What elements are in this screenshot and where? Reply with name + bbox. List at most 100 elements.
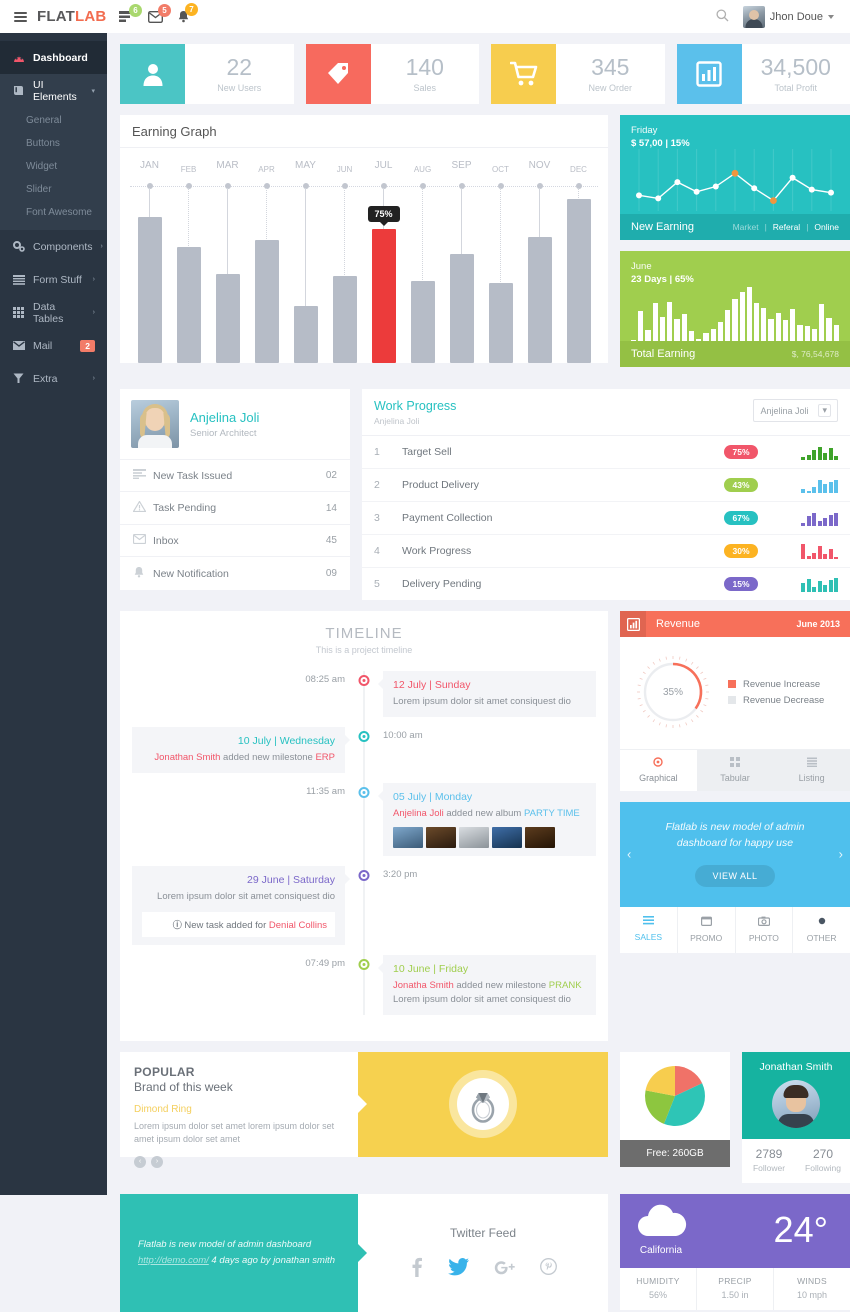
timeline-tag[interactable]: PARTY TIME: [524, 808, 580, 819]
sidebar-subitem-buttons[interactable]: Buttons: [0, 132, 107, 155]
tab-tabular[interactable]: Tabular: [697, 750, 774, 791]
sidebar-subitem-widget[interactable]: Widget: [0, 155, 107, 178]
timeline-item: 08:25 am12 July | SundayLorem ipsum dolo…: [132, 671, 596, 717]
earning-bar[interactable]: [216, 274, 240, 363]
tab-promo[interactable]: PROMO: [678, 907, 736, 953]
earning-bar[interactable]: [333, 276, 357, 363]
earning-bar[interactable]: [567, 199, 591, 363]
avatar: [743, 6, 765, 28]
carousel-prev-button[interactable]: ‹: [627, 847, 631, 862]
twitter-icon[interactable]: [448, 1258, 469, 1279]
table-row[interactable]: 3Payment Collection67%: [362, 502, 850, 535]
timeline-note-link[interactable]: Denial Collins: [269, 920, 327, 931]
table-row[interactable]: 5Delivery Pending15%: [362, 568, 850, 600]
table-row[interactable]: 4Work Progress30%: [362, 535, 850, 568]
new-earning-card[interactable]: Friday $ 57,00 | 15% New Earning Market|…: [620, 115, 850, 240]
pinterest-icon[interactable]: [540, 1258, 557, 1278]
thumbnail-image[interactable]: [492, 827, 522, 848]
stat-card-total-profit[interactable]: 34,500 Total Profit: [677, 44, 850, 104]
app-logo[interactable]: FLATLAB: [37, 8, 106, 25]
storage-card: Free: 260GB: [620, 1052, 730, 1183]
sidebar-toggle-button[interactable]: [14, 10, 27, 24]
popular-next-button[interactable]: ›: [151, 1156, 163, 1168]
earning-bar[interactable]: [177, 247, 201, 363]
facebook-icon[interactable]: [410, 1257, 423, 1280]
stat-card-new-users[interactable]: 22 New Users: [120, 44, 294, 104]
popular-prev-button[interactable]: ‹: [134, 1156, 146, 1168]
sparkline-bar: [812, 513, 816, 526]
table-row[interactable]: 2Product Delivery43%: [362, 469, 850, 502]
earning-bar-column[interactable]: OCT: [481, 160, 520, 363]
earning-bar[interactable]: [138, 217, 162, 363]
earning-bar-column[interactable]: NOV: [520, 160, 559, 363]
tab-graphical[interactable]: Graphical: [620, 750, 697, 791]
timeline-tag[interactable]: ERP: [315, 752, 335, 763]
sidebar-item-form-stuff[interactable]: Form Stuff ›: [0, 263, 107, 296]
envelope-icon[interactable]: 5: [148, 11, 163, 23]
twitter-link[interactable]: http://demo.com/: [138, 1255, 209, 1266]
profile-row-inbox[interactable]: Inbox 45: [120, 524, 350, 556]
thumbnail-image[interactable]: [525, 827, 555, 848]
sidebar-subitem-font-awesome[interactable]: Font Awesome: [0, 201, 107, 224]
timeline-actor[interactable]: Anjelina Joli: [393, 808, 444, 819]
timeline-time: 08:25 am: [132, 671, 345, 685]
tab-photo[interactable]: PHOTO: [736, 907, 794, 953]
bell-icon[interactable]: 7: [177, 10, 190, 23]
popular-row: POPULAR Brand of this week Dimond Ring L…: [120, 1052, 850, 1183]
tasks-icon[interactable]: 6: [119, 11, 134, 23]
earning-bar-column[interactable]: JAN: [130, 160, 169, 363]
row-sparkline: [796, 477, 838, 493]
link-market[interactable]: Market: [733, 222, 759, 232]
earning-bar-column[interactable]: MAY: [286, 160, 325, 363]
sidebar-item-components[interactable]: Components ›: [0, 230, 107, 263]
carousel-next-button[interactable]: ›: [839, 847, 843, 862]
table-row[interactable]: 1Target Sell75%: [362, 436, 850, 469]
link-referal[interactable]: Referal: [773, 222, 800, 232]
timeline-tag[interactable]: PRANK: [549, 980, 582, 991]
tab-listing[interactable]: Listing: [773, 750, 850, 791]
thumbnail-image[interactable]: [393, 827, 423, 848]
profile-row-new-task[interactable]: New Task Issued 02: [120, 459, 350, 491]
work-progress-select[interactable]: Anjelina Joli ▾: [753, 399, 838, 422]
total-earning-card[interactable]: June 23 Days | 65% Total Earning $, 76,5…: [620, 251, 850, 367]
timeline-actor[interactable]: Jonathan Smith: [154, 752, 220, 763]
google-plus-icon[interactable]: [494, 1259, 515, 1278]
row-index: 3: [374, 512, 402, 524]
earning-bar-column[interactable]: DEC: [559, 160, 598, 363]
sidebar-item-dashboard[interactable]: Dashboard: [0, 41, 107, 74]
earning-bar-column[interactable]: AUG: [403, 160, 442, 363]
sidebar-item-data-tables[interactable]: Data Tables ›: [0, 296, 107, 329]
earning-bar[interactable]: [489, 283, 513, 363]
earning-bar[interactable]: [411, 281, 435, 363]
view-all-button[interactable]: VIEW ALL: [695, 865, 774, 887]
sidebar-subitem-general[interactable]: General: [0, 109, 107, 132]
earning-bar[interactable]: [528, 237, 552, 363]
earning-bar[interactable]: [294, 306, 318, 363]
earning-bar[interactable]: 75%: [372, 229, 396, 363]
tab-sales[interactable]: SALES: [620, 907, 678, 953]
sidebar-subitem-slider[interactable]: Slider: [0, 178, 107, 201]
stat-card-sales[interactable]: 140 Sales: [306, 44, 480, 104]
earning-bar-column[interactable]: JUL75%: [364, 160, 403, 363]
thumbnail-image[interactable]: [426, 827, 456, 848]
sidebar-item-extra[interactable]: Extra ›: [0, 362, 107, 395]
earning-bar-column[interactable]: JUN: [325, 160, 364, 363]
user-menu[interactable]: Jhon Doue: [743, 6, 834, 28]
earning-bar[interactable]: [450, 254, 474, 363]
earning-bar-column[interactable]: SEP: [442, 160, 481, 363]
earning-bar-column[interactable]: FEB: [169, 160, 208, 363]
search-icon[interactable]: [716, 9, 729, 25]
tab-other[interactable]: OTHER: [793, 907, 850, 953]
stat-card-new-order[interactable]: 345 New Order: [491, 44, 665, 104]
profile-row-task-pending[interactable]: Task Pending 14: [120, 491, 350, 524]
profile-row-notification[interactable]: New Notification 09: [120, 556, 350, 590]
earning-bar-column[interactable]: MAR: [208, 160, 247, 363]
link-online[interactable]: Online: [814, 222, 839, 232]
thumbnail-image[interactable]: [459, 827, 489, 848]
legend-item-decrease: Revenue Decrease: [728, 695, 824, 706]
sidebar-item-mail[interactable]: Mail 2: [0, 329, 107, 362]
earning-bar-column[interactable]: APR: [247, 160, 286, 363]
earning-bar[interactable]: [255, 240, 279, 363]
timeline-actor[interactable]: Jonatha Smith: [393, 980, 454, 991]
sidebar-item-ui-elements[interactable]: UI Elements ▾: [0, 74, 107, 107]
